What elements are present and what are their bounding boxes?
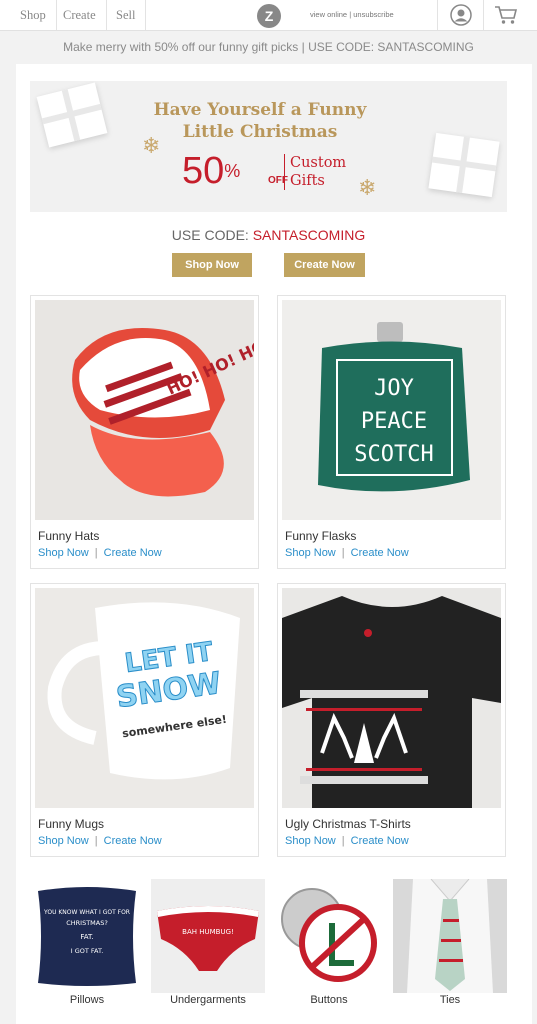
flask-art-text: JOY [374,376,414,401]
ties-image[interactable] [393,879,507,993]
account-icon[interactable] [450,4,472,26]
unsubscribe-link[interactable]: unsubscribe [353,10,393,19]
shop-now-link[interactable]: Shop Now [285,547,336,559]
hat-image[interactable]: HO! HO! HO! [35,300,254,520]
product-card-flasks[interactable]: JOY PEACE SCOTCH Funny Flasks Shop Now | C… [277,295,506,569]
buttons-image[interactable] [272,879,386,993]
product-links: Shop Now | Create Now [285,547,409,559]
email-links: view online | unsubscribe [310,0,394,30]
percent-sign: % [224,161,241,181]
top-nav-bar: Shop Create Sell Z view online | unsubsc… [0,0,537,31]
nav-divider [483,0,484,30]
nav-divider [145,0,146,30]
undergarments-image[interactable]: BAH HUMBUG! [151,879,265,993]
product-links: Shop Now | Create Now [285,835,409,847]
product-links: Shop Now | Create Now [38,547,162,559]
product-title[interactable]: Funny Hats [38,529,99,543]
create-now-link[interactable]: Create Now [104,547,162,559]
link-separator: | [94,835,98,847]
product-title[interactable]: Ugly Christmas T-Shirts [285,817,411,831]
category-label[interactable]: Ties [393,994,507,1006]
nav-sell[interactable]: Sell [116,0,135,30]
hero-title-line: Have Yourself a Funny [153,100,367,120]
shop-now-link[interactable]: Shop Now [38,835,89,847]
hero-custom-gifts: Custom Gifts [284,154,370,190]
category-label[interactable]: Buttons [272,994,386,1006]
pillow-art-text: I GOT FAT. [71,947,104,955]
create-now-link[interactable]: Create Now [351,835,409,847]
category-label[interactable]: Undergarments [151,994,265,1006]
custom-line: Custom [290,155,347,171]
hero-title-line: Little Christmas [182,122,338,142]
shop-now-button[interactable]: Shop Now [172,253,252,277]
flask-art-text: PEACE [361,409,427,434]
shop-now-link[interactable]: Shop Now [38,547,89,559]
nav-divider [56,0,57,30]
nav-divider [437,0,438,30]
snowflake-icon: ❄ [142,133,161,158]
link-separator: | [349,10,352,19]
pillow-art-text: FAT. [80,933,93,941]
hero-banner[interactable]: Have Yourself a Funny Little Christmas ❄… [30,81,507,212]
gift-box-image [428,132,500,198]
gift-box-image [36,82,108,148]
hero-title: Have Yourself a Funny Little Christmas [145,99,375,143]
product-card-mugs[interactable]: LET IT SNOW somewhere else! Funny Mugs S… [30,583,259,857]
nav-divider [106,0,107,30]
zazzle-logo[interactable]: Z [257,4,281,28]
code-value: SANTASCOMING [252,227,366,243]
flask-art-text: SCOTCH [354,442,433,467]
custom-line: Gifts [290,173,325,189]
shop-now-link[interactable]: Shop Now [285,835,336,847]
pillow-image[interactable]: YOU KNOW WHAT I GOT FOR CHRISTMAS? FAT. … [30,879,144,993]
promo-code: USE CODE: SANTASCOMING [0,227,537,243]
create-now-button[interactable]: Create Now [284,253,365,277]
product-card-hats[interactable]: HO! HO! HO! Funny Hats Shop Now | Create N… [30,295,259,569]
create-now-link[interactable]: Create Now [104,835,162,847]
nav-shop[interactable]: Shop [20,0,46,30]
undergarment-art-text: BAH HUMBUG! [182,928,234,936]
category-label[interactable]: Pillows [30,994,144,1006]
product-title[interactable]: Funny Flasks [285,529,356,543]
hero-discount: 50% [182,149,240,193]
create-now-link[interactable]: Create Now [351,547,409,559]
mug-image[interactable]: LET IT SNOW somewhere else! [35,588,254,808]
code-label: USE CODE: [171,227,249,243]
link-separator: | [94,547,98,559]
flask-image[interactable]: JOY PEACE SCOTCH [282,300,501,520]
promo-banner: Make merry with 50% off our funny gift p… [63,40,474,54]
product-links: Shop Now | Create Now [38,835,162,847]
product-title[interactable]: Funny Mugs [38,817,104,831]
cart-icon[interactable] [494,5,518,25]
pillow-art-text: CHRISTMAS? [66,919,108,927]
nav-create[interactable]: Create [63,0,96,30]
pillow-art-text: YOU KNOW WHAT I GOT FOR [43,909,130,916]
link-separator: | [341,547,345,559]
product-card-tshirts[interactable]: Ugly Christmas T-Shirts Shop Now | Create … [277,583,506,857]
discount-number: 50 [182,150,225,192]
link-separator: | [341,835,345,847]
view-online-link[interactable]: view online [310,10,347,19]
tshirt-image[interactable] [282,588,501,808]
